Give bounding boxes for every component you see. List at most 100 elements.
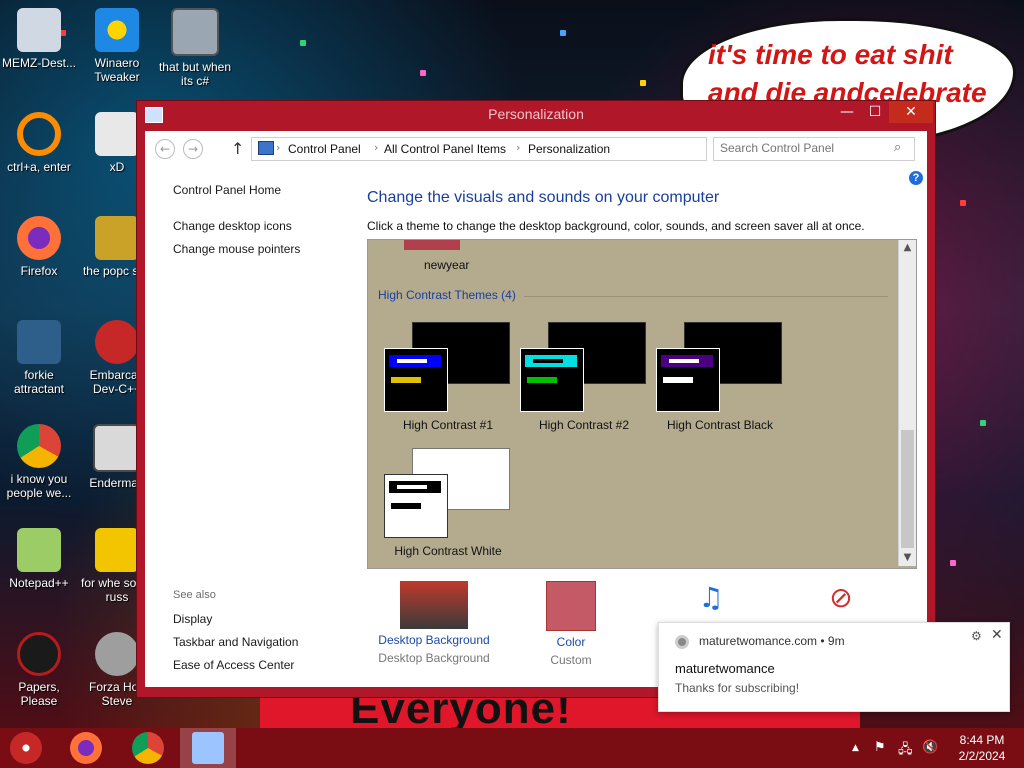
- desktop-icon-ctrl-a[interactable]: ctrl+a, enter: [0, 112, 78, 174]
- gear-icon[interactable]: ⚙: [971, 629, 982, 643]
- close-button[interactable]: ✕: [889, 101, 933, 123]
- help-icon[interactable]: ?: [909, 171, 923, 185]
- theme-preview-front: [384, 474, 448, 538]
- chevron-right-icon: ›: [374, 141, 379, 154]
- theme-thumbnail[interactable]: [404, 240, 460, 250]
- taskbar-chrome[interactable]: [120, 728, 176, 768]
- navigation-bar: ← → ↑ › Control Panel › All Control Pane…: [145, 131, 927, 167]
- group-title-high-contrast[interactable]: High Contrast Themes (4): [378, 288, 516, 302]
- desktop-icon-chrome[interactable]: i know you people we...: [0, 424, 78, 500]
- confetti: [300, 40, 306, 46]
- ease-of-access-link[interactable]: Ease of Access Center: [173, 658, 294, 672]
- change-desktop-icons-link[interactable]: Change desktop icons: [173, 219, 292, 233]
- desktop-icon-memz[interactable]: MEMZ-Dest...: [0, 8, 78, 70]
- desktop-icon-notepadpp[interactable]: Notepad++: [0, 528, 78, 590]
- confetti: [420, 70, 426, 76]
- xd-app-icon: [95, 112, 139, 156]
- flash-icon: [95, 632, 139, 676]
- taskbar-control-panel[interactable]: [180, 728, 236, 768]
- desktop-icon-papers-please[interactable]: Papers, Please: [0, 632, 78, 708]
- theme-name-newyear[interactable]: newyear: [424, 258, 469, 272]
- search-icon[interactable]: ⌕: [894, 140, 901, 155]
- control-panel-icon: [192, 732, 224, 764]
- theme-preview-text: [391, 503, 421, 509]
- wallpaper-thumb: [400, 581, 468, 629]
- clock-time: 8:44 PM: [959, 733, 1005, 747]
- breadcrumb-personalization[interactable]: Personalization: [528, 142, 610, 156]
- search-box[interactable]: ⌕: [713, 137, 915, 161]
- theme-list[interactable]: newyear High Contrast Themes (4) High Co…: [367, 239, 917, 569]
- theme-name: High Contrast Black: [666, 418, 774, 432]
- clock-date: 2/2/2024: [958, 749, 1006, 763]
- papers-please-icon: [17, 632, 61, 676]
- close-icon[interactable]: ✕: [991, 627, 1003, 643]
- display-link[interactable]: Display: [173, 612, 212, 626]
- page-subtitle: Click a theme to change the desktop back…: [367, 219, 865, 233]
- theme-high-contrast-black[interactable]: High Contrast Black: [656, 322, 784, 442]
- page-title: Change the visuals and sounds on your co…: [367, 189, 720, 206]
- de-icon: [95, 528, 139, 572]
- confetti: [950, 560, 956, 566]
- firefox-icon: [17, 216, 61, 260]
- chrome-icon: [132, 732, 164, 764]
- scroll-down-arrow-icon[interactable]: ▼: [899, 550, 916, 566]
- scrollbar-thumb[interactable]: [901, 430, 914, 548]
- confetti: [640, 80, 646, 86]
- ring-icon: [17, 112, 61, 156]
- taskbar: ▲ ⚑ 🖧 🔇 8:44 PM 2/2/2024: [0, 728, 1024, 768]
- desktop-icon-forkie[interactable]: forkie attractant: [0, 320, 78, 396]
- theme-high-contrast-2[interactable]: High Contrast #2: [520, 322, 648, 442]
- theme-preview-front: [520, 348, 584, 412]
- taskbar-navigation-link[interactable]: Taskbar and Navigation: [173, 635, 298, 649]
- winaero-icon: [95, 8, 139, 52]
- search-input[interactable]: [714, 138, 896, 158]
- devcpp-icon: [95, 320, 139, 364]
- theme-high-contrast-white[interactable]: High Contrast White: [384, 448, 512, 568]
- theme-high-contrast-1[interactable]: High Contrast #1: [384, 322, 512, 442]
- flag-icon[interactable]: ⚑: [874, 740, 886, 755]
- desktop-icon-winaero[interactable]: Winaero Tweaker: [78, 8, 156, 84]
- forward-button[interactable]: →: [183, 139, 203, 159]
- desktop-icon-firefox[interactable]: Firefox: [0, 216, 78, 278]
- theme-name: High Contrast White: [394, 544, 502, 558]
- breadcrumb-control-panel[interactable]: Control Panel: [288, 142, 361, 156]
- desktop-background-option[interactable]: Desktop Background Desktop Background: [374, 581, 494, 665]
- maximize-button[interactable]: ☐: [861, 101, 889, 123]
- color-swatch: [546, 581, 596, 631]
- title-bar[interactable]: Personalization — ☐ ✕: [137, 101, 935, 129]
- theme-preview-text: [669, 359, 699, 363]
- color-option[interactable]: Color Custom: [511, 581, 631, 667]
- theme-preview-text: [397, 359, 427, 363]
- address-bar[interactable]: › Control Panel › All Control Panel Item…: [251, 137, 800, 161]
- notification-source: maturetwomance.com • 9m: [699, 634, 845, 648]
- taskbar-clock[interactable]: 8:44 PM 2/2/2024: [946, 732, 1018, 764]
- desktop-icon-that-but[interactable]: that but when its c#: [156, 8, 234, 88]
- start-button[interactable]: [0, 728, 56, 768]
- control-panel-home-link[interactable]: Control Panel Home: [173, 183, 281, 197]
- recycle-bin-icon: [17, 8, 61, 52]
- popcorn-icon: [95, 216, 139, 260]
- show-hidden-icons-chevron-icon[interactable]: ▲: [852, 743, 859, 753]
- option-value: Custom: [550, 653, 592, 667]
- chevron-right-icon: ›: [516, 141, 521, 154]
- taskbar-firefox[interactable]: [58, 728, 114, 768]
- volume-muted-icon[interactable]: 🔇: [922, 740, 938, 755]
- change-mouse-pointers-link[interactable]: Change mouse pointers: [173, 242, 300, 256]
- control-panel-icon: [258, 141, 274, 155]
- firefox-icon: [70, 732, 102, 764]
- stacked-windows-icon: [171, 8, 219, 56]
- minimize-button[interactable]: —: [833, 101, 861, 123]
- scroll-up-arrow-icon[interactable]: ▲: [899, 240, 916, 256]
- breadcrumb-all-items[interactable]: All Control Panel Items: [384, 142, 506, 156]
- up-button[interactable]: ↑: [231, 139, 244, 158]
- see-also-heading: See also: [173, 589, 216, 601]
- back-button[interactable]: ←: [155, 139, 175, 159]
- theme-preview-front: [384, 348, 448, 412]
- start-icon: [10, 732, 42, 764]
- network-icon[interactable]: 🖧: [898, 740, 913, 762]
- notification-toast[interactable]: maturetwomance.com • 9m ⚙ ✕ maturetwoman…: [658, 622, 1010, 712]
- theme-preview-text: [527, 377, 557, 383]
- theme-list-scrollbar[interactable]: ▲ ▼: [898, 240, 916, 566]
- gear-app-icon: [17, 320, 61, 364]
- theme-preview-text: [397, 485, 427, 489]
